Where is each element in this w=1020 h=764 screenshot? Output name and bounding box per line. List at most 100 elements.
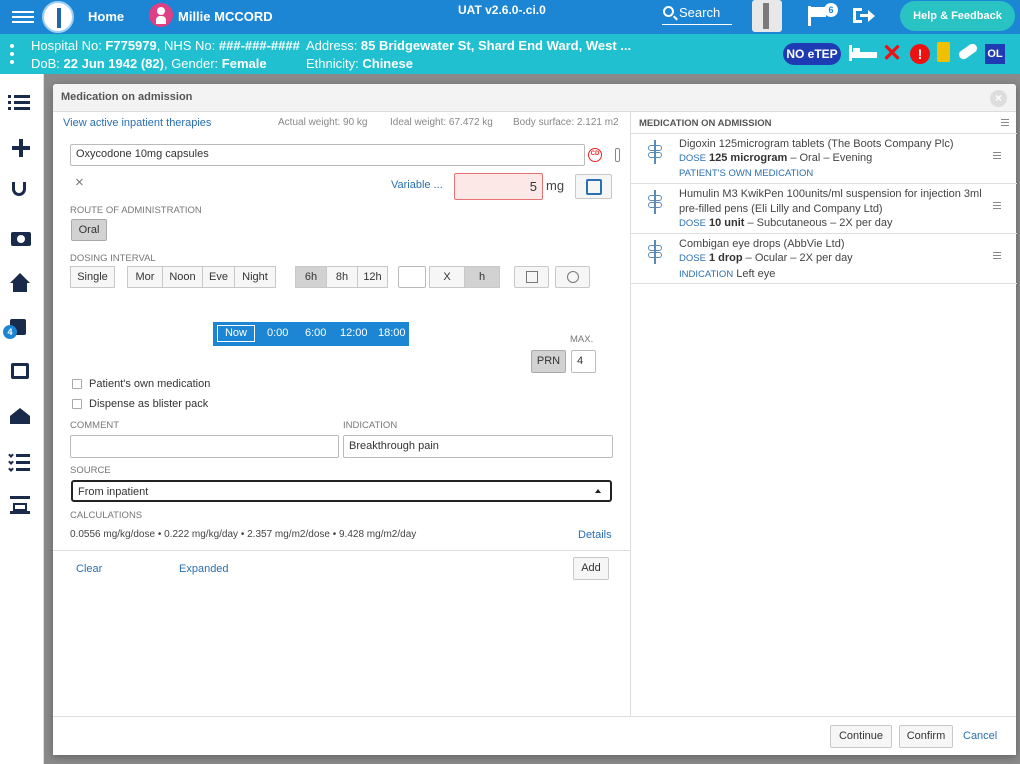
alert-icon[interactable]: !	[910, 44, 930, 64]
indication-input[interactable]: Breakthrough pain	[343, 435, 613, 458]
12h-button[interactable]: 12h	[357, 266, 388, 288]
medication-name: Humulin M3 KwikPen 100units/ml suspensio…	[679, 188, 982, 215]
banner-more-icon[interactable]	[10, 44, 14, 68]
add-button[interactable]: Add	[573, 557, 609, 580]
hourly-group: 6h 8h 12h	[295, 266, 388, 288]
close-icon[interactable]: ×	[990, 90, 1007, 107]
own-medication-checkbox[interactable]	[72, 379, 82, 389]
calculator-icon	[586, 179, 602, 195]
hamburger-menu-icon[interactable]	[12, 8, 34, 26]
info-icon[interactable]	[615, 148, 620, 162]
clipboard-icon[interactable]	[937, 42, 950, 62]
pill-icon[interactable]	[957, 42, 979, 61]
time-1200[interactable]: 12:00	[340, 327, 368, 339]
prn-button[interactable]: PRN	[531, 350, 566, 373]
schedule-button[interactable]	[555, 266, 590, 288]
noon-button[interactable]: Noon	[162, 266, 203, 288]
ol-badge[interactable]: OL	[985, 44, 1005, 64]
calculator-button[interactable]	[575, 174, 612, 199]
modal-header: Medication on admission ×	[53, 84, 1016, 112]
search-label: Search	[679, 5, 721, 20]
confirm-button[interactable]: Confirm	[899, 725, 953, 748]
single-button[interactable]: Single	[70, 266, 115, 288]
variable-dose-link[interactable]: Variable ...	[391, 179, 443, 191]
list-item[interactable]: Digoxin 125microgram tablets (The Boots …	[631, 134, 1017, 184]
details-link[interactable]: Details	[578, 529, 612, 541]
cancel-link[interactable]: Cancel	[963, 730, 997, 742]
route-oral-button[interactable]: Oral	[71, 219, 107, 241]
search-underline	[662, 24, 732, 25]
6h-button[interactable]: 6h	[295, 266, 327, 288]
list-icon[interactable]	[8, 92, 34, 118]
source-select[interactable]: From inpatient	[71, 480, 612, 502]
medication-list-title: MEDICATION ON ADMISSION	[639, 118, 772, 129]
date-of-birth: DoB: 22 Jun 1942 (82), Gender: Female	[31, 56, 267, 71]
medication-list-header: MEDICATION ON ADMISSION	[631, 112, 1017, 134]
morning-button[interactable]: Mor	[127, 266, 163, 288]
controlled-drug-icon[interactable]: CD	[588, 148, 602, 162]
runner-icon[interactable]	[10, 408, 30, 424]
list-item[interactable]: Combigan eye drops (AbbVie Ltd) DOSE 1 d…	[631, 234, 1017, 284]
calculations-label: CALCULATIONS	[70, 510, 143, 521]
time-0000[interactable]: 0:00	[267, 327, 288, 339]
expanded-link[interactable]: Expanded	[179, 563, 229, 575]
single-group: Single	[70, 266, 115, 288]
list-menu-icon[interactable]	[1001, 119, 1009, 128]
no-etep-badge[interactable]: NO eTEP	[783, 43, 841, 65]
evening-button[interactable]: Eve	[202, 266, 235, 288]
plus-icon[interactable]	[8, 135, 34, 161]
sign-icon[interactable]	[10, 496, 30, 514]
8h-button[interactable]: 8h	[326, 266, 358, 288]
camera-icon[interactable]	[11, 232, 31, 246]
home-link[interactable]: Home	[88, 9, 124, 24]
logout-icon[interactable]	[853, 7, 875, 25]
app-logo[interactable]	[42, 1, 74, 33]
medication-dose-line: DOSE 125 microgram – Oral – Evening	[679, 152, 873, 164]
medication-dose-line: DOSE 10 unit – Subcutaneous – 2X per day	[679, 217, 893, 229]
user-avatar-icon	[149, 3, 173, 27]
stethoscope-icon[interactable]	[12, 182, 26, 196]
item-menu-icon[interactable]	[993, 252, 1001, 261]
form-divider	[53, 550, 630, 551]
view-active-therapies-link[interactable]: View active inpatient therapies	[63, 117, 211, 129]
custom-interval-input[interactable]	[398, 266, 426, 288]
blister-pack-checkbox[interactable]	[72, 399, 82, 409]
body-surface: Body surface: 2.121 m2	[513, 117, 619, 128]
help-feedback-button[interactable]: Help & Feedback	[900, 1, 1015, 31]
item-menu-icon[interactable]	[993, 202, 1001, 211]
own-medication-tag: PATIENT'S OWN MEDICATION	[679, 168, 814, 179]
time-1800[interactable]: 18:00	[378, 327, 406, 339]
medication-modal: Medication on admission × View active in…	[53, 84, 1017, 755]
checklist-icon[interactable]	[8, 451, 34, 477]
clear-dose-icon[interactable]: ×	[75, 174, 84, 191]
max-input[interactable]: 4	[571, 350, 596, 373]
calendar-button[interactable]	[514, 266, 549, 288]
house-icon[interactable]	[8, 273, 34, 299]
dose-input[interactable]: 5	[454, 173, 543, 200]
night-button[interactable]: Night	[234, 266, 276, 288]
list-item[interactable]: Humulin M3 KwikPen 100units/ml suspensio…	[631, 184, 1017, 234]
route-label: ROUTE OF ADMINISTRATION	[70, 205, 202, 216]
medication-caduceus-icon	[645, 190, 665, 214]
search-button[interactable]: Search	[663, 5, 720, 20]
continue-button[interactable]: Continue	[830, 725, 892, 748]
comment-input[interactable]	[70, 435, 339, 458]
clear-link[interactable]: Clear	[76, 563, 102, 575]
indication-label: INDICATION	[343, 420, 398, 431]
hours-button[interactable]: h	[464, 266, 500, 288]
patient-name[interactable]: Millie MCCORD	[178, 9, 273, 24]
bed-icon[interactable]	[849, 45, 877, 61]
red-x-icon[interactable]: ✕	[882, 39, 902, 68]
source-value: From inpatient	[78, 486, 149, 498]
x-button[interactable]: X	[429, 266, 465, 288]
bed-manager-icon[interactable]	[752, 0, 782, 32]
time-0600[interactable]: 6:00	[305, 327, 326, 339]
hospital-number: Hospital No: F775979, NHS No: ###-###-##…	[31, 38, 300, 53]
item-menu-icon[interactable]	[993, 152, 1001, 161]
now-button[interactable]: Now	[217, 325, 255, 342]
drug-input[interactable]: Oxycodone 10mg capsules	[70, 144, 585, 166]
top-bar: Home Millie MCCORD UAT v2.6.0-.ci.0 Sear…	[0, 0, 1020, 34]
inbox-icon[interactable]	[11, 363, 29, 379]
own-medication-label: Patient's own medication	[89, 378, 211, 390]
medication-name: Combigan eye drops (AbbVie Ltd)	[679, 238, 845, 250]
